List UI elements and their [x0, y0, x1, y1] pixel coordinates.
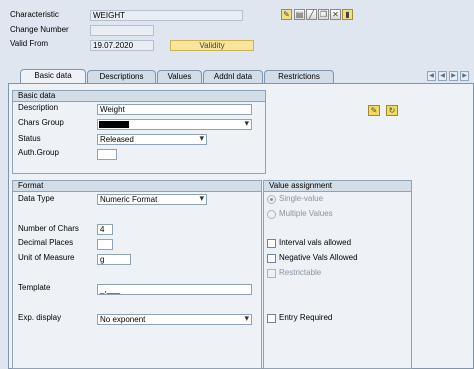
trash-icon[interactable]: ▮ — [342, 9, 353, 20]
num-chars-label: Number of Chars — [18, 224, 79, 233]
uom-label: Unit of Measure — [18, 253, 75, 262]
tab-addnl-data[interactable]: Addnl data — [203, 70, 263, 83]
auth-group-field[interactable] — [97, 149, 117, 160]
valid-from-field[interactable]: 19.07.2020 — [90, 40, 154, 51]
entry-required-checkbox[interactable] — [267, 314, 276, 323]
exp-display-dropdown[interactable]: No exponent — [97, 314, 252, 325]
radio-dot-icon — [270, 198, 273, 201]
interval-vals-checkbox[interactable] — [267, 239, 276, 248]
tab-values[interactable]: Values — [157, 70, 202, 83]
num-chars-field[interactable]: 4 — [97, 224, 113, 235]
delete-icon[interactable]: ✕ — [330, 9, 341, 20]
uom-field[interactable]: g — [97, 254, 131, 265]
tab-restrictions[interactable]: Restrictions — [264, 70, 334, 83]
tab-basic-data[interactable]: Basic data — [20, 69, 86, 84]
status-dropdown[interactable]: Released — [97, 134, 207, 145]
tab-descriptions[interactable]: Descriptions — [87, 70, 156, 83]
template-field[interactable]: _,___ — [97, 284, 252, 295]
description-label: Description — [18, 103, 59, 112]
change-number-field[interactable] — [90, 25, 154, 36]
format-group: Format — [12, 180, 262, 369]
negative-vals-checkbox[interactable] — [267, 254, 276, 263]
first-tab-icon[interactable]: ◀ — [427, 71, 436, 81]
multiple-values-label: Multiple Values — [279, 209, 333, 218]
chars-group-dropdown[interactable] — [97, 119, 252, 130]
next-tab-icon[interactable]: ▶ — [449, 71, 458, 81]
chars-group-label: Chars Group — [18, 118, 64, 127]
edit-text-icon[interactable]: ✎ — [368, 105, 380, 116]
single-value-radio[interactable] — [267, 195, 276, 204]
document-icon[interactable]: ▤ — [294, 9, 305, 20]
change-number-label: Change Number — [10, 25, 69, 34]
interval-vals-label: Interval vals allowed — [279, 238, 352, 247]
copy-icon[interactable]: ❐ — [318, 9, 329, 20]
exp-display-label: Exp. display — [18, 313, 62, 322]
restrictable-label: Restrictable — [279, 268, 322, 277]
negative-vals-label: Negative Vals Allowed — [279, 253, 358, 262]
last-tab-icon[interactable]: ▶ — [460, 71, 469, 81]
description-field[interactable]: Weight — [97, 104, 252, 115]
value-assignment-title: Value assignment — [264, 181, 411, 192]
status-label: Status — [18, 134, 41, 143]
validity-button[interactable]: Validity — [170, 40, 254, 51]
prev-tab-icon[interactable]: ◀ — [438, 71, 447, 81]
format-title: Format — [13, 181, 261, 192]
data-type-dropdown[interactable]: Numeric Format — [97, 194, 207, 205]
restrictable-checkbox[interactable] — [267, 269, 276, 278]
basic-data-title: Basic data — [13, 91, 265, 102]
change-icon[interactable]: ✎ — [281, 9, 292, 20]
auth-group-label: Auth.Group — [18, 148, 59, 157]
edit-icon[interactable]: ╱ — [306, 9, 317, 20]
redacted-value — [99, 121, 129, 128]
multiple-values-radio[interactable] — [267, 210, 276, 219]
refresh-icon[interactable]: ↻ — [386, 105, 398, 116]
entry-required-label: Entry Required — [279, 313, 333, 322]
data-type-label: Data Type — [18, 194, 55, 203]
template-label: Template — [18, 283, 51, 292]
decimal-places-label: Decimal Places — [18, 238, 74, 247]
decimal-places-field[interactable] — [97, 239, 113, 250]
characteristic-label: Characteristic — [10, 10, 59, 19]
characteristic-field[interactable]: WEIGHT — [90, 10, 243, 21]
valid-from-label: Valid From — [10, 39, 49, 48]
single-value-label: Single-value — [279, 194, 324, 203]
